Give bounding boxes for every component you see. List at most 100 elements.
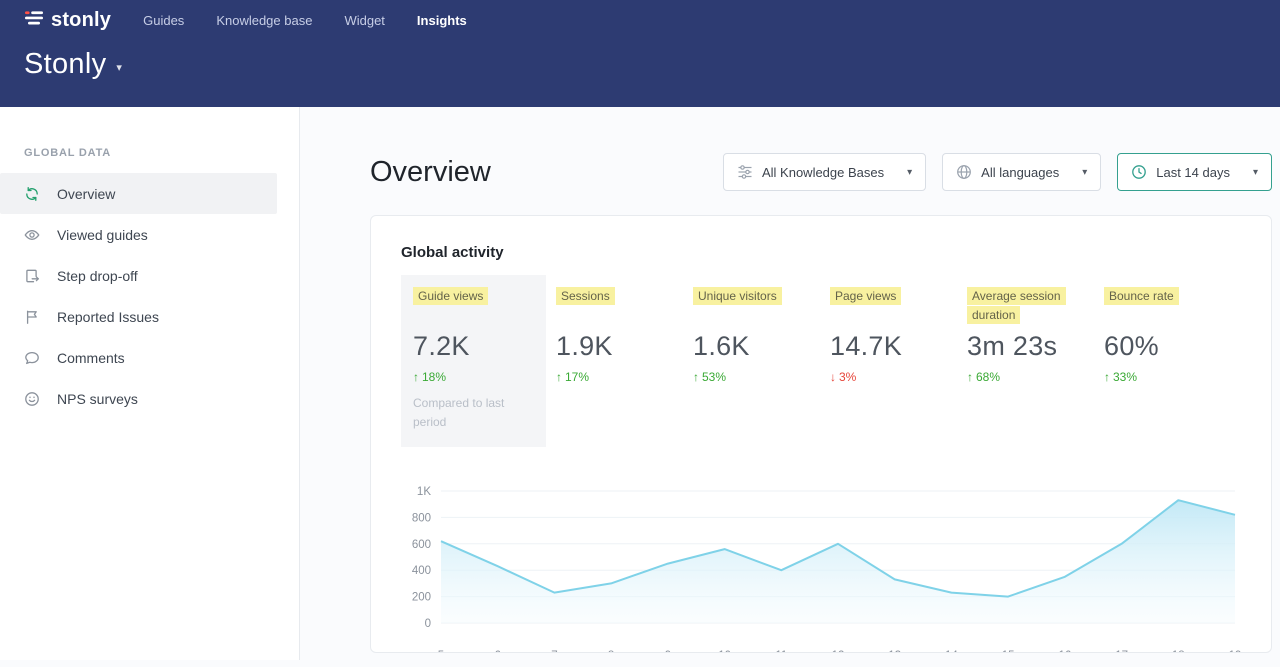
flag-icon — [24, 309, 40, 325]
eye-icon — [24, 227, 40, 243]
metric-label: Bounce rate — [1104, 287, 1179, 305]
sliders-icon — [737, 164, 753, 180]
languages-filter-label: All languages — [981, 165, 1059, 180]
smiley-icon — [24, 391, 40, 407]
sidebar-item-label: Reported Issues — [57, 309, 159, 325]
sidebar-item-label: Viewed guides — [57, 227, 148, 243]
nav-item-insights[interactable]: Insights — [417, 13, 467, 28]
metric-change: ↑ 68% — [967, 370, 1104, 384]
sidebar-item-viewed-guides[interactable]: Viewed guides — [0, 214, 277, 255]
metric-change-value: 17% — [565, 370, 589, 384]
metric-value: 1.9K — [556, 331, 693, 362]
metric-sessions: Sessions 1.9K ↑ 17% — [556, 287, 693, 384]
up-arrow-icon: ↑ — [693, 370, 699, 384]
up-arrow-icon: ↑ — [556, 370, 562, 384]
clock-icon — [1131, 164, 1147, 180]
metric-value: 7.2K — [413, 331, 534, 362]
metric-value: 60% — [1104, 331, 1241, 362]
metric-change-value: 53% — [702, 370, 726, 384]
stonly-logo[interactable]: stonly — [24, 8, 111, 33]
nav-item-widget[interactable]: Widget — [344, 13, 384, 28]
sidebar: GLOBAL DATA Overview Viewe — [0, 107, 300, 660]
sidebar-item-nps-surveys[interactable]: NPS surveys — [0, 378, 277, 419]
metric-change: ↑ 18% — [413, 370, 534, 384]
chart-x-label: 19 — [1229, 650, 1241, 653]
sidebar-item-label: Overview — [57, 186, 115, 202]
sidebar-item-label: Comments — [57, 350, 125, 366]
chevron-down-icon: ▾ — [907, 167, 912, 178]
chart-x-label: 6 — [494, 650, 500, 653]
metric-label: Sessions — [556, 287, 615, 305]
metric-value: 3m 23s — [967, 331, 1104, 362]
card-title: Global activity — [401, 244, 1241, 261]
activity-chart: 1K80060040020005678910111213141516171819 — [401, 477, 1241, 653]
chevron-down-icon: ▾ — [1082, 167, 1087, 178]
sidebar-item-label: Step drop-off — [57, 268, 138, 284]
metric-value: 1.6K — [693, 331, 830, 362]
chart-x-label: 18 — [1172, 650, 1185, 653]
chart-y-label: 400 — [412, 565, 431, 577]
document-arrow-icon — [24, 268, 40, 284]
metric-label: Unique visitors — [693, 287, 782, 305]
workspace-title[interactable]: Stonly — [24, 48, 106, 81]
chart-x-label: 5 — [438, 650, 444, 653]
sync-icon — [24, 186, 40, 202]
sidebar-item-step-drop-off[interactable]: Step drop-off — [0, 255, 277, 296]
chart-x-label: 9 — [665, 650, 671, 653]
metric-average-session-duration: Average session duration 3m 23s ↑ 68% — [967, 287, 1104, 384]
up-arrow-icon: ↑ — [967, 370, 973, 384]
workspace-caret-icon[interactable]: ▾ — [116, 55, 122, 74]
main-content: Overview All Knowledge Bases ▾ — [300, 107, 1280, 660]
chart-x-label: 10 — [718, 650, 731, 653]
sidebar-section-label: GLOBAL DATA — [0, 147, 299, 159]
metric-value: 14.7K — [830, 331, 967, 362]
sidebar-item-comments[interactable]: Comments — [0, 337, 277, 378]
title-row: Overview All Knowledge Bases ▾ — [370, 153, 1272, 191]
chart-x-label: 11 — [775, 650, 787, 653]
sidebar-item-label: NPS surveys — [57, 391, 138, 407]
metric-change-value: 18% — [422, 370, 446, 384]
sidebar-item-overview[interactable]: Overview — [0, 173, 277, 214]
chart-y-label: 0 — [425, 618, 431, 630]
metric-change: ↑ 53% — [693, 370, 830, 384]
metric-page-views: Page views 14.7K ↓ 3% — [830, 287, 967, 384]
stonly-logo-text: stonly — [51, 9, 111, 32]
up-arrow-icon: ↑ — [413, 370, 419, 384]
metric-change-value: 33% — [1113, 370, 1137, 384]
top-header: stonly Guides Knowledge base Widget Insi… — [0, 0, 1280, 107]
chart-y-label: 1K — [417, 486, 431, 498]
metric-label: Average session duration — [967, 287, 1066, 324]
activity-chart-svg: 1K80060040020005678910111213141516171819 — [401, 477, 1241, 653]
metric-unique-visitors: Unique visitors 1.6K ↑ 53% — [693, 287, 830, 384]
global-activity-card: Global activity Guide views 7.2K ↑ 18% C… — [370, 215, 1272, 653]
workspace-title-row: Stonly ▾ — [0, 40, 1280, 107]
metric-change: ↑ 17% — [556, 370, 693, 384]
chart-y-label: 200 — [412, 592, 431, 604]
metric-label: Guide views — [413, 287, 488, 305]
metric-change-value: 68% — [976, 370, 1000, 384]
up-arrow-icon: ↑ — [1104, 370, 1110, 384]
chart-x-label: 12 — [832, 650, 845, 653]
metric-change: ↓ 3% — [830, 370, 967, 384]
metric-bounce-rate: Bounce rate 60% ↑ 33% — [1104, 287, 1241, 384]
chart-y-label: 800 — [412, 513, 431, 525]
sidebar-list: Overview Viewed guides S — [0, 173, 299, 419]
chart-x-label: 17 — [1115, 650, 1128, 653]
date-range-filter-label: Last 14 days — [1156, 165, 1230, 180]
chevron-down-icon: ▾ — [1253, 167, 1258, 178]
metric-label: Page views — [830, 287, 901, 305]
nav-item-guides[interactable]: Guides — [143, 13, 184, 28]
metric-note: Compared to last period — [413, 394, 525, 431]
chart-x-label: 7 — [551, 650, 557, 653]
top-nav: stonly Guides Knowledge base Widget Insi… — [0, 0, 1280, 40]
date-range-filter[interactable]: Last 14 days ▾ — [1117, 153, 1272, 191]
chart-area-fill — [441, 500, 1235, 623]
chart-x-label: 14 — [945, 650, 958, 653]
languages-filter[interactable]: All languages ▾ — [942, 153, 1101, 191]
chart-x-label: 8 — [608, 650, 614, 653]
metrics-row: Guide views 7.2K ↑ 18% Compared to last … — [401, 287, 1241, 447]
sidebar-item-reported-issues[interactable]: Reported Issues — [0, 296, 277, 337]
nav-item-knowledge-base[interactable]: Knowledge base — [216, 13, 312, 28]
knowledge-bases-filter[interactable]: All Knowledge Bases ▾ — [723, 153, 926, 191]
globe-icon — [956, 164, 972, 180]
